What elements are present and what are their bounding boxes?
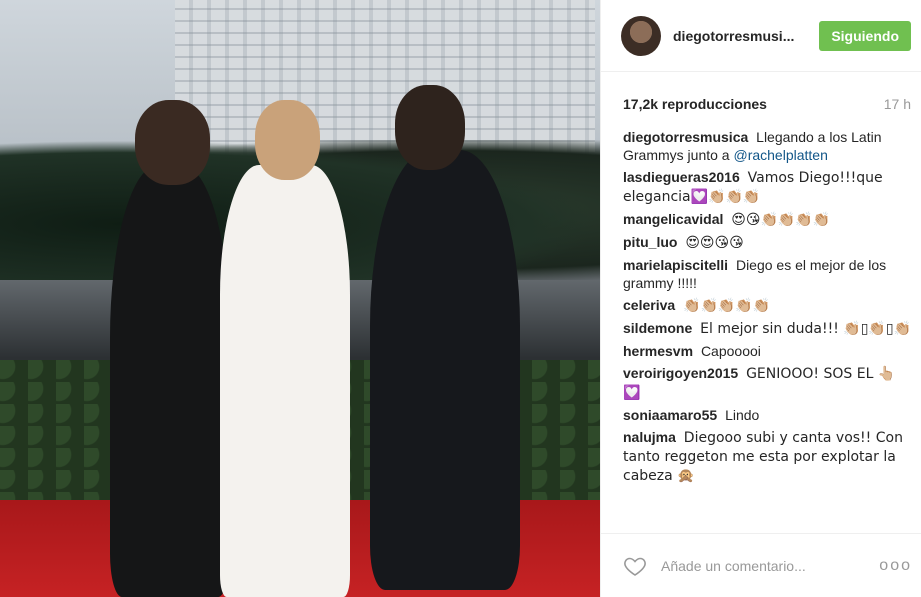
post-header: diegotorresmusi... Siguiendo — [601, 0, 921, 72]
post-sidebar: diegotorresmusi... Siguiendo 17,2k repro… — [600, 0, 921, 597]
comment-bar: Añade un comentario... ooo — [601, 533, 921, 597]
comment: diegotorresmusica Llegando a los Latin G… — [623, 128, 911, 164]
person-right — [370, 150, 520, 590]
comment-user[interactable]: sildemone — [623, 320, 692, 336]
comment: lasdiegueras2016 Vamos Diego!!!que elega… — [623, 168, 911, 206]
comment-user[interactable]: diegotorresmusica — [623, 129, 748, 145]
comment: marielapiscitelli Diego es el mejor de l… — [623, 256, 911, 292]
comment-text: 😍😍😘😘 — [685, 235, 744, 251]
comment: veroirigoyen2015 GENIOOO! SOS EL 👆🏼💟 — [623, 364, 911, 402]
username[interactable]: diegotorresmusi... — [673, 28, 807, 44]
comment: mangelicavidal 😍😘👏🏼👏🏼👏🏼👏🏼 — [623, 210, 911, 229]
more-options-icon[interactable]: ooo — [879, 557, 912, 575]
person-middle-head — [255, 100, 320, 180]
post-stats: 17,2k reproducciones 17 h — [601, 72, 921, 112]
comment-text: 👏🏼👏🏼👏🏼👏🏼👏🏼 — [683, 298, 771, 314]
person-middle-dress — [220, 165, 350, 597]
person-left — [110, 165, 230, 597]
comment-user[interactable]: soniaamaro55 — [623, 407, 717, 423]
comment-user[interactable]: mangelicavidal — [623, 211, 723, 227]
comment: nalujma Diegooo subi y canta vos!! Con t… — [623, 428, 911, 485]
views-count[interactable]: 17,2k reproducciones — [623, 96, 767, 112]
mention-link[interactable]: @rachelplatten — [733, 147, 827, 163]
comment-user[interactable]: lasdiegueras2016 — [623, 169, 740, 185]
comment: sildemone El mejor sin duda!!! 👏🏼▯👏🏼▯👏🏼 — [623, 319, 911, 338]
comment: soniaamaro55 Lindo — [623, 406, 911, 424]
person-left-head — [135, 100, 210, 185]
comment-user[interactable]: marielapiscitelli — [623, 257, 728, 273]
heart-icon[interactable] — [623, 554, 647, 578]
comment-user[interactable]: veroirigoyen2015 — [623, 365, 738, 381]
comment-text: Lindo — [725, 407, 760, 423]
post-time[interactable]: 17 h — [884, 96, 911, 112]
following-button[interactable]: Siguiendo — [819, 20, 911, 51]
comment-text: El mejor sin duda!!! 👏🏼▯👏🏼▯👏🏼 — [700, 321, 911, 337]
comment: hermesvm Capooooi — [623, 342, 911, 360]
avatar[interactable] — [621, 15, 661, 56]
comment-user[interactable]: celeriva — [623, 297, 675, 313]
person-right-head — [395, 85, 465, 170]
comment: pitu_luo 😍😍😘😘 — [623, 233, 911, 252]
comment-user[interactable]: nalujma — [623, 429, 676, 445]
comment-text: 😍😘👏🏼👏🏼👏🏼👏🏼 — [731, 212, 831, 228]
post-video[interactable] — [0, 0, 600, 597]
add-comment-input[interactable]: Añade un comentario... — [661, 558, 879, 574]
comments-list: diegotorresmusica Llegando a los Latin G… — [601, 112, 921, 485]
comment: celeriva 👏🏼👏🏼👏🏼👏🏼👏🏼 — [623, 296, 911, 315]
comment-user[interactable]: hermesvm — [623, 343, 693, 359]
comment-user[interactable]: pitu_luo — [623, 234, 677, 250]
comment-text: Capooooi — [700, 343, 761, 359]
